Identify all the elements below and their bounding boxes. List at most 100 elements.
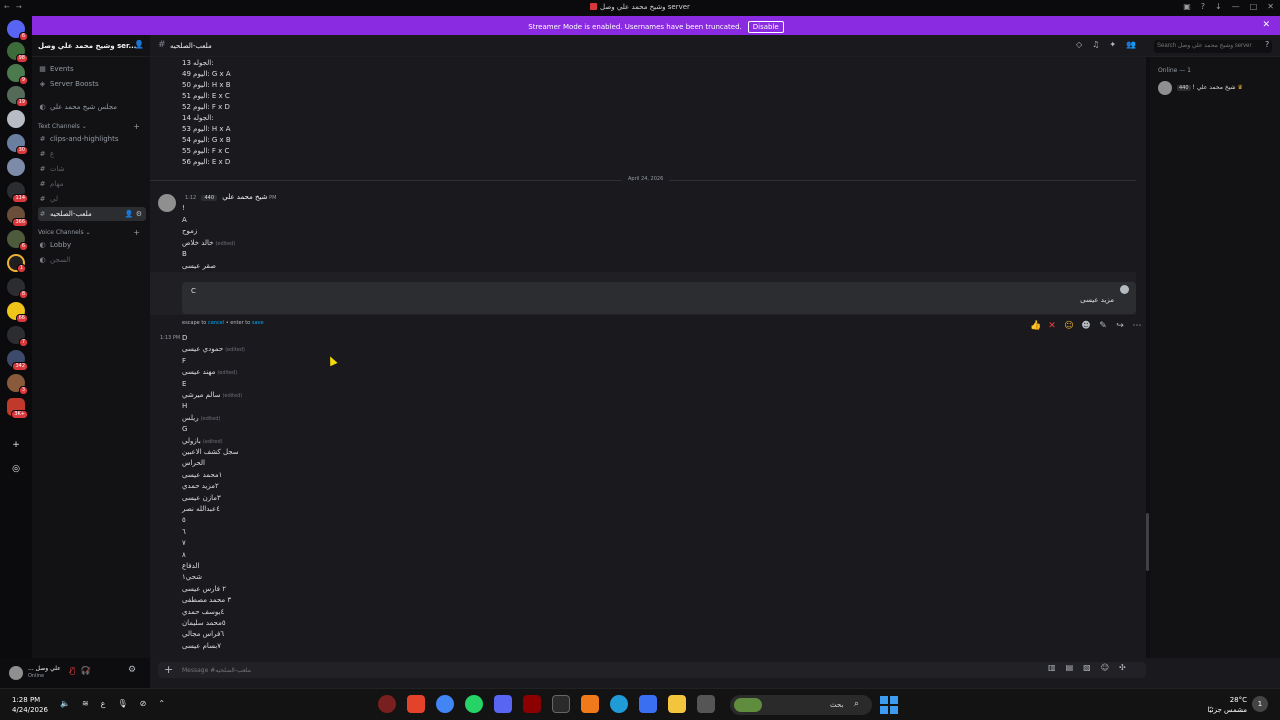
add-channel-icon[interactable]: + xyxy=(133,228,140,237)
add-channel-icon[interactable]: + xyxy=(133,122,140,131)
server-icon[interactable] xyxy=(7,158,25,176)
notification-off-icon[interactable]: ⊘ xyxy=(140,699,147,708)
app-icon[interactable] xyxy=(407,695,425,713)
add-reaction-icon[interactable]: ☻ xyxy=(1081,321,1091,331)
close-icon[interactable]: ✕ xyxy=(1262,20,1270,30)
wifi-icon[interactable]: ≋ xyxy=(82,699,89,708)
help-icon[interactable]: ? xyxy=(1265,40,1269,49)
member-list-icon[interactable]: 👥 xyxy=(1126,40,1136,49)
sidebar-channel[interactable]: # مهام xyxy=(38,177,146,191)
server-icon[interactable]: 3 xyxy=(7,374,28,395)
sidebar-channel-clips[interactable]: # clips-and-highlights xyxy=(38,132,146,146)
emoji-icon[interactable]: ☺ xyxy=(1101,663,1109,672)
server-icon[interactable]: 8 xyxy=(7,278,28,299)
add-server-icon[interactable]: + xyxy=(9,438,23,452)
server-icon[interactable]: 114 xyxy=(7,182,28,203)
avatar[interactable] xyxy=(9,666,23,680)
server-icon[interactable]: 19 xyxy=(7,86,28,107)
chevron-up-icon[interactable]: ⌃ xyxy=(158,699,165,708)
sidebar-voice-lobby[interactable]: ◐ Lobby xyxy=(38,238,146,252)
thumbs-up-icon[interactable]: 👍 xyxy=(1030,321,1041,331)
server-icon[interactable]: 6 xyxy=(7,230,28,251)
taskbar-search[interactable]: بحث ⌕ xyxy=(730,695,872,715)
save-link[interactable]: save xyxy=(252,320,264,326)
edge-icon[interactable] xyxy=(610,695,628,713)
taskbar-clock[interactable]: 1:28 PM 4/24/2026 xyxy=(12,695,48,715)
gear-icon[interactable]: ⚙ xyxy=(128,665,136,675)
sidebar-item-events[interactable]: ▦ Events xyxy=(38,62,146,76)
chrome-icon[interactable] xyxy=(436,695,454,713)
server-icon[interactable]: 366 xyxy=(7,206,28,227)
app-icon[interactable] xyxy=(581,695,599,713)
sidebar-channel[interactable]: # لي xyxy=(38,192,146,206)
server-icon[interactable]: 3K+ xyxy=(7,398,28,419)
sticker-icon[interactable]: ▧ xyxy=(1083,663,1091,672)
gift-icon[interactable]: ▥ xyxy=(1048,663,1056,672)
server-header[interactable]: وشيخ محمد علي وصل ser... ⌄ 👤 xyxy=(32,35,150,57)
sidebar-channel-active[interactable]: # ملعب-الصلحيه 👤 ⚙ xyxy=(38,207,146,221)
server-icon[interactable]: 1 xyxy=(7,254,26,273)
server-icon[interactable] xyxy=(7,110,25,128)
start-button[interactable] xyxy=(880,696,898,714)
pin-icon[interactable]: ✦ xyxy=(1109,40,1116,49)
home-icon[interactable]: 6 xyxy=(7,20,28,41)
search-input[interactable] xyxy=(1154,40,1272,53)
server-icon[interactable]: 342 xyxy=(7,350,28,371)
server-icon[interactable]: 7 xyxy=(7,326,28,347)
server-icon[interactable]: 66 xyxy=(7,302,28,323)
app-icon[interactable] xyxy=(523,695,541,713)
whatsapp-icon[interactable] xyxy=(465,695,483,713)
copilot-icon[interactable] xyxy=(639,695,657,713)
x-reaction-icon[interactable]: ✕ xyxy=(1047,321,1057,331)
voice-channels-category[interactable]: Voice Channels ⌄ + xyxy=(38,228,146,237)
help-icon[interactable]: ? xyxy=(1201,2,1205,11)
folder-icon[interactable] xyxy=(668,695,686,713)
reply-icon[interactable]: ↪ xyxy=(1115,321,1125,331)
invite-icon[interactable]: 👤 xyxy=(134,40,144,49)
inbox-icon[interactable]: ▣ xyxy=(1183,2,1191,11)
apps-icon[interactable]: ✣ xyxy=(1119,663,1126,672)
weather-widget[interactable]: 28°C مشمس جزئيًا xyxy=(1207,695,1247,715)
language-indicator[interactable]: ع xyxy=(101,699,106,708)
disable-button[interactable]: Disable xyxy=(747,21,784,33)
server-icon[interactable]: 30 xyxy=(7,134,28,155)
emoji-icon[interactable] xyxy=(1120,285,1129,294)
sidebar-voice-channel[interactable]: ◐ السجن xyxy=(38,253,146,267)
laugh-emoji-icon[interactable]: ☺ xyxy=(1064,321,1074,331)
author-name[interactable]: شيخ محمد علي xyxy=(222,193,267,201)
sidebar-channel[interactable]: # شات xyxy=(38,162,146,176)
minimize-button[interactable]: — xyxy=(1232,2,1240,11)
threads-icon[interactable]: ◇ xyxy=(1076,40,1082,49)
chat-scrollbar[interactable] xyxy=(1146,513,1149,571)
discord-icon[interactable] xyxy=(494,695,512,713)
discover-icon[interactable]: ◎ xyxy=(9,462,23,476)
gif-icon[interactable]: ▤ xyxy=(1066,663,1074,672)
microphone-icon[interactable]: 🎙 xyxy=(117,699,127,708)
bell-icon[interactable]: ♫ xyxy=(1092,40,1099,49)
server-icon[interactable]: 98 xyxy=(7,42,28,63)
member-item[interactable]: شيخ محمد علي ! 440 ♛ xyxy=(1158,79,1278,97)
sidebar-item-council[interactable]: ◐ مجلس شيخ محمد علي xyxy=(38,100,146,114)
more-icon[interactable]: ⋯ xyxy=(1132,321,1142,331)
mute-mic-icon[interactable]: 🎙̸ xyxy=(70,666,75,675)
edit-icon[interactable]: ✎ xyxy=(1098,321,1108,331)
text-channels-category[interactable]: Text Channels ⌄ + xyxy=(38,122,146,131)
app-icon[interactable] xyxy=(378,695,396,713)
cancel-link[interactable]: cancel xyxy=(208,320,224,326)
download-icon[interactable]: ↓ xyxy=(1215,2,1222,11)
close-button[interactable]: ✕ xyxy=(1267,2,1274,11)
taskview-icon[interactable] xyxy=(697,695,715,713)
server-icon[interactable]: 9 xyxy=(7,64,28,85)
attach-icon[interactable]: + xyxy=(164,663,173,676)
avatar[interactable] xyxy=(158,194,176,212)
message-input[interactable] xyxy=(182,665,782,675)
sidebar-channel[interactable]: # ع xyxy=(38,147,146,161)
speaker-icon[interactable]: 🔈 xyxy=(60,699,70,708)
maximize-button[interactable]: □ xyxy=(1250,2,1258,11)
deafen-icon[interactable]: 🎧̸ xyxy=(81,666,91,675)
edit-message-input[interactable]: C مزيد عيسى xyxy=(182,282,1136,314)
store-icon[interactable] xyxy=(552,695,570,713)
channel-settings-icon[interactable]: 👤 ⚙ xyxy=(125,207,142,221)
notification-badge[interactable]: 1 xyxy=(1252,696,1268,712)
sidebar-item-server-boosts[interactable]: ◈ Server Boosts xyxy=(38,77,146,91)
